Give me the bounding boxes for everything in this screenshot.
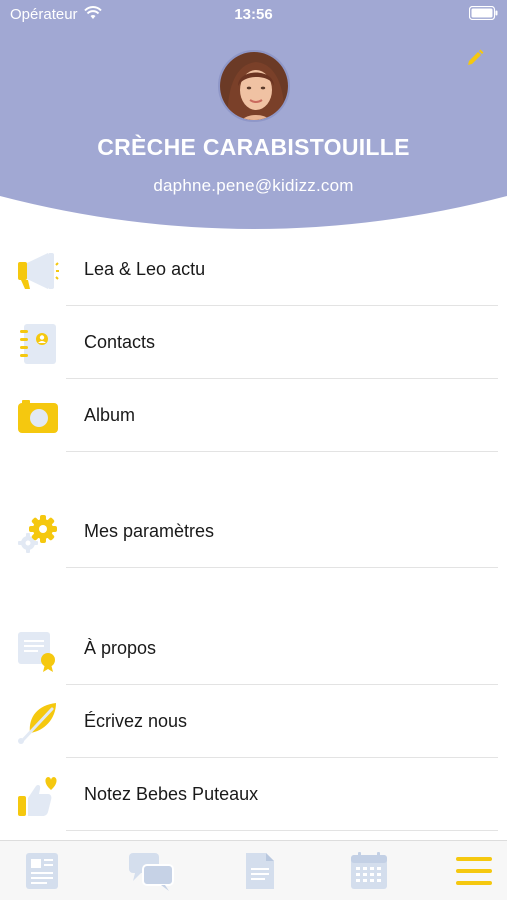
menu-item-actu[interactable]: Lea & Leo actu (0, 233, 507, 306)
menu-item-label: À propos (84, 638, 157, 658)
avatar[interactable] (218, 50, 290, 122)
tab-document[interactable] (236, 851, 284, 891)
megaphone-icon (18, 253, 59, 289)
profile-email: daphne.pene@kidizz.com (153, 176, 354, 195)
divider (66, 830, 498, 831)
tab-calendar[interactable] (345, 851, 393, 891)
divider (66, 567, 498, 568)
battery-icon (469, 6, 498, 20)
address-book-icon (20, 324, 56, 364)
tab-news[interactable] (18, 851, 66, 891)
thumbs-up-heart-icon (18, 777, 57, 816)
profile-name: CRÈCHE CARABISTOUILLE (97, 134, 410, 160)
certificate-icon (18, 632, 55, 672)
gears-icon (18, 515, 57, 553)
edit-pencil-icon[interactable] (465, 48, 485, 68)
menu-item-settings[interactable]: Mes paramètres (0, 495, 507, 568)
menu-item-label: Mes paramètres (84, 521, 215, 541)
menu-item-album[interactable]: Album (0, 379, 507, 452)
menu-item-write-us[interactable]: Écrivez nous (0, 685, 507, 758)
menu-item-label: Album (84, 405, 136, 425)
divider (66, 451, 498, 452)
menu-item-label: Écrivez nous (84, 711, 188, 731)
menu-item-about[interactable]: À propos (0, 612, 507, 685)
profile-header: Opérateur 13:56 CRÈCHE CARABISTOUILLE da… (0, 0, 507, 240)
menu-item-contacts[interactable]: Contacts (0, 306, 507, 379)
tab-bar (0, 840, 507, 900)
menu-item-label: Lea & Leo actu (84, 259, 206, 279)
menu-item-label: Contacts (84, 332, 156, 352)
tab-chat[interactable] (127, 851, 175, 891)
status-bar: Opérateur 13:56 (0, 0, 507, 28)
menu-item-label: Notez Bebes Puteaux (84, 784, 259, 804)
tab-menu[interactable] (450, 851, 498, 891)
feather-icon (18, 703, 56, 744)
status-time: 13:56 (234, 6, 273, 23)
menu-item-rate[interactable]: Notez Bebes Puteaux (0, 758, 507, 831)
camera-icon (18, 400, 58, 433)
